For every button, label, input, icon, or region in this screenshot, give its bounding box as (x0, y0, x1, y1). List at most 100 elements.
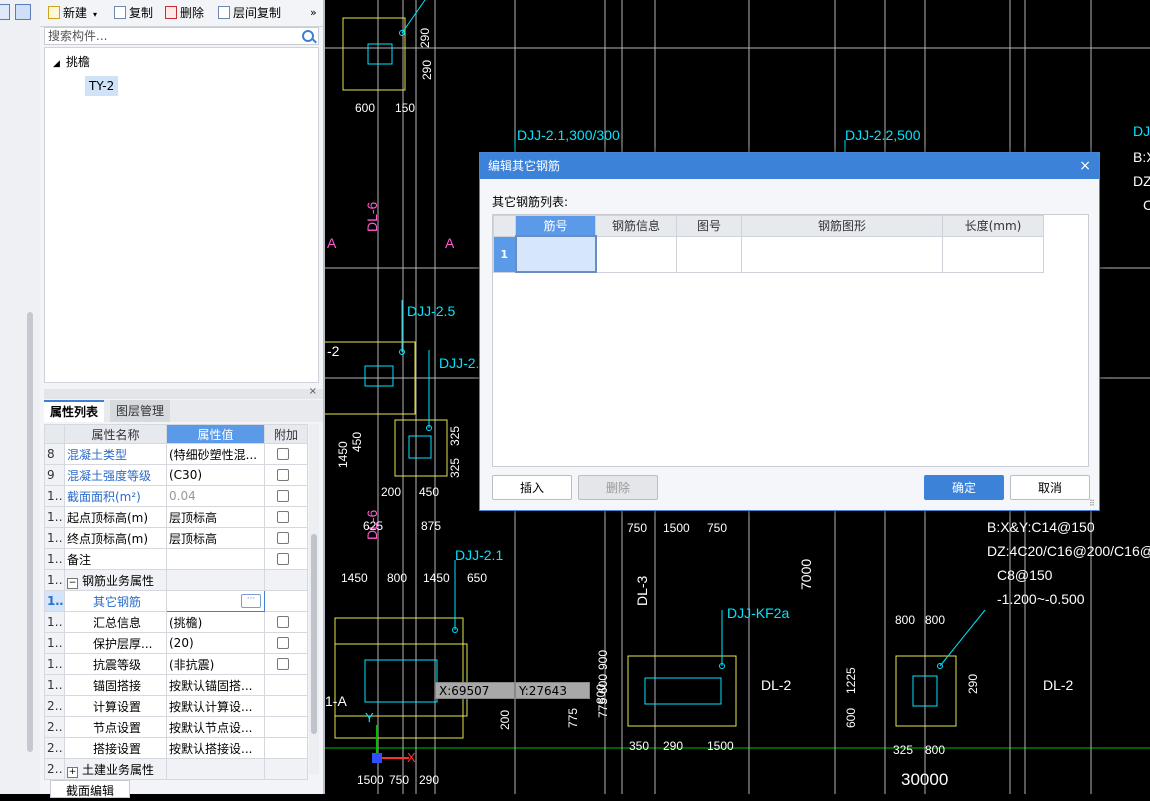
property-row[interactable]: 10 截面面积(m²) 0.04 (44, 485, 308, 507)
property-name-label: 混凝土强度等级 (67, 468, 152, 483)
property-value[interactable]: (特细砂塑性混... (166, 443, 265, 465)
length-cell[interactable] (942, 235, 1044, 273)
search-input[interactable] (45, 28, 301, 44)
attach-checkbox[interactable] (277, 658, 289, 670)
component-panel: 新建▾ 复制 删除 层间复制 » ◢挑檐 TY-2 × 属性列表 图层管理 属性… (40, 0, 325, 798)
scrollbar-thumb[interactable] (311, 534, 317, 734)
property-name-label: 土建业务属性 (82, 762, 155, 777)
property-value[interactable]: 按默认锚固搭... (166, 674, 265, 696)
rebar-row: 1 (493, 235, 1044, 273)
list-view-icon[interactable] (15, 4, 31, 20)
property-row[interactable]: 11 起点顶标高(m) 层顶标高 (44, 506, 308, 528)
property-row[interactable]: 13 备注 (44, 548, 308, 570)
collapse-icon[interactable]: − (67, 577, 78, 589)
tab-properties[interactable]: 属性列表 (44, 400, 105, 422)
dimension-label: 800 (895, 613, 915, 627)
property-row[interactable]: 17 保护层厚... (20) (44, 632, 308, 654)
header-property-value: 属性值 (166, 424, 265, 444)
col-figure-number[interactable]: 图号 (676, 215, 742, 237)
attach-checkbox[interactable] (277, 469, 289, 481)
rebar-row-number[interactable]: 1 (493, 235, 516, 273)
property-value[interactable]: 0.04 (166, 485, 265, 507)
property-name: 起点顶标高(m) (64, 506, 167, 528)
property-value[interactable]: 按默认节点设... (166, 716, 265, 738)
resize-grip-icon[interactable]: ⠿ (1089, 500, 1097, 508)
header-num (44, 424, 65, 444)
property-value[interactable] (166, 569, 265, 591)
floor-copy-button[interactable]: 层间复制 (218, 5, 281, 21)
property-name-label: 搭接设置 (93, 741, 142, 756)
collapse-triangle-icon[interactable]: ◢ (53, 59, 60, 69)
property-row[interactable]: 15 其它钢筋 ··· (44, 590, 308, 612)
property-value[interactable]: ··· (166, 590, 265, 612)
col-length[interactable]: 长度(mm) (942, 215, 1044, 237)
property-value[interactable]: 按默认搭接设... (166, 737, 265, 759)
property-row[interactable]: 23 + 土建业务属性 (44, 758, 308, 780)
attach-checkbox[interactable] (277, 448, 289, 460)
section-edit-tab[interactable]: 截面编辑 (50, 780, 130, 798)
col-rebar-info[interactable]: 钢筋信息 (595, 215, 677, 237)
dialog-title-bar[interactable]: 编辑其它钢筋 × (480, 153, 1099, 179)
insert-button[interactable]: 插入 (492, 475, 572, 500)
tree-node-root[interactable]: ◢ 挑檐 (53, 53, 90, 71)
attach-checkbox[interactable] (277, 616, 289, 628)
property-row[interactable]: 12 终点顶标高(m) 层顶标高 (44, 527, 308, 549)
property-value[interactable]: 层顶标高 (166, 506, 265, 528)
property-row[interactable]: 22 搭接设置 按默认搭接设... (44, 737, 308, 759)
search-icon[interactable] (302, 30, 314, 42)
attach-checkbox[interactable] (277, 637, 289, 649)
property-row[interactable]: 18 抗震等级 (非抗震) (44, 653, 308, 675)
property-row[interactable]: 14− 钢筋业务属性 (44, 569, 308, 591)
toolbar-more-button[interactable]: » (310, 5, 317, 21)
row-number: 19 (44, 674, 65, 696)
tree-item-selected[interactable]: TY-2 (85, 76, 119, 96)
col-rebar-number[interactable]: 筋号 (515, 215, 596, 237)
rebar-number-cell[interactable] (514, 235, 597, 273)
strip-scrollbar[interactable] (27, 312, 33, 752)
rebar-shape-cell[interactable] (741, 235, 943, 273)
copy-button[interactable]: 复制 (114, 5, 153, 21)
delete-button[interactable]: 删除 (165, 5, 204, 21)
panel-splitter[interactable]: × (44, 386, 323, 399)
rebar-header-row: 筋号 钢筋信息 图号 钢筋图形 长度(mm) (493, 215, 1044, 237)
property-value[interactable]: 层顶标高 (166, 527, 265, 549)
property-row[interactable]: 8 混凝土类型 (特细砂塑性混... (44, 443, 308, 465)
property-value[interactable]: (C30) (166, 464, 265, 486)
dialog-title: 编辑其它钢筋 (488, 159, 561, 173)
close-icon[interactable]: × (1079, 153, 1091, 179)
property-value[interactable]: (非抗震) (166, 653, 265, 675)
attach-checkbox[interactable] (277, 511, 289, 523)
ok-button[interactable]: 确定 (924, 475, 1004, 500)
tab-layers[interactable]: 图层管理 (110, 400, 171, 422)
axis-y-label: Y (365, 710, 374, 725)
delete-button[interactable]: 删除 (578, 475, 658, 500)
expand-icon[interactable]: + (67, 766, 78, 778)
component-toolbar: 新建 ▾ 复制 删除 层间复制 » (40, 0, 323, 27)
property-row[interactable]: 19 锚固搭接 按默认锚固搭... (44, 674, 308, 696)
attach-checkbox[interactable] (277, 490, 289, 502)
attach-checkbox[interactable] (277, 532, 289, 544)
cancel-button[interactable]: 取消 (1010, 475, 1090, 500)
attach-cell (264, 527, 308, 549)
panel-icon[interactable] (0, 4, 10, 20)
property-value[interactable] (166, 758, 265, 780)
ellipsis-button[interactable]: ··· (241, 594, 261, 608)
figure-number-cell[interactable] (676, 235, 742, 273)
property-row[interactable]: 21 节点设置 按默认节点设... (44, 716, 308, 738)
rebar-info-cell[interactable] (595, 235, 677, 273)
property-row[interactable]: 9 混凝土强度等级 (C30) (44, 464, 308, 486)
new-button[interactable]: 新建 ▾ (48, 5, 97, 21)
property-row[interactable]: 16 汇总信息 (挑檐) (44, 611, 308, 633)
property-row[interactable]: 20 计算设置 按默认计算设... (44, 695, 308, 717)
property-value[interactable]: (挑檐) (166, 611, 265, 633)
attach-checkbox[interactable] (277, 553, 289, 565)
property-value[interactable]: 按默认计算设... (166, 695, 265, 717)
property-value[interactable]: (20) (166, 632, 265, 654)
property-name-label: 终点顶标高(m) (67, 531, 149, 546)
rebar-table: 筋号 钢筋信息 图号 钢筋图形 长度(mm) 1 (493, 215, 1044, 273)
property-scrollbar[interactable] (309, 424, 319, 774)
property-value[interactable] (166, 548, 265, 570)
close-icon[interactable]: × (309, 386, 317, 397)
dimension-label: 775 (566, 708, 580, 728)
col-rebar-shape[interactable]: 钢筋图形 (741, 215, 943, 237)
